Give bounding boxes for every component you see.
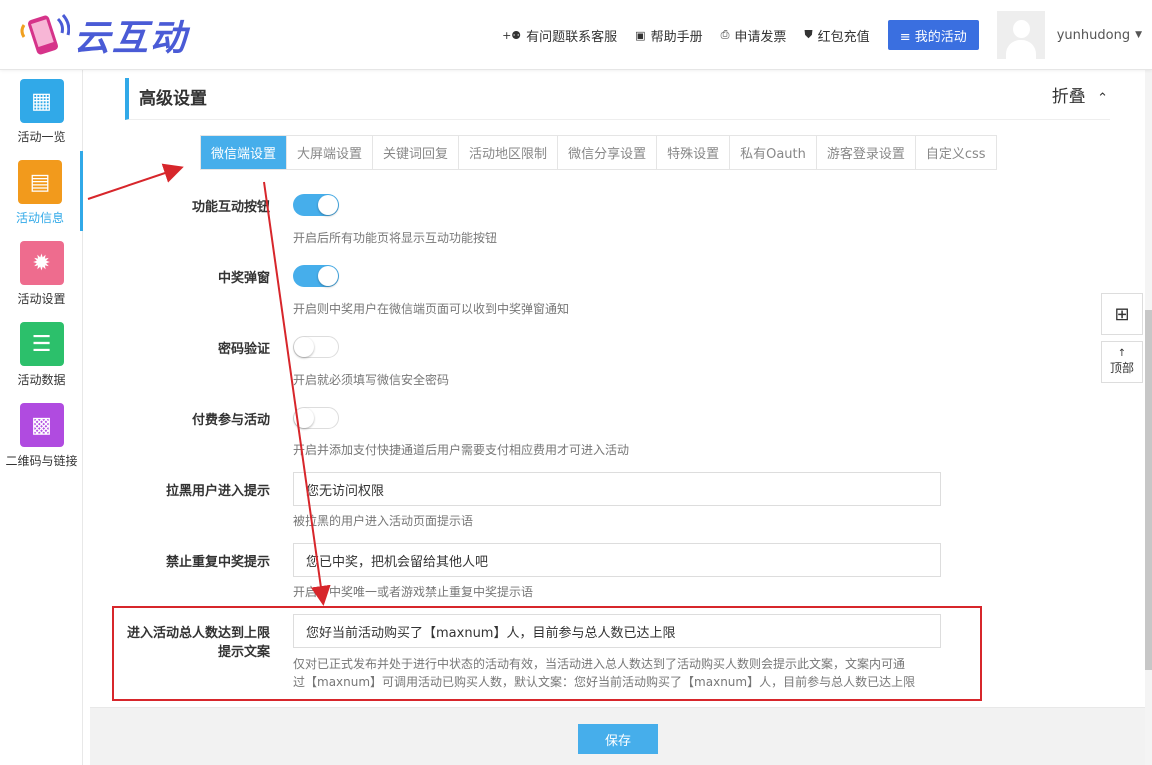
blacklist-help: 被拉黑的用户进入活动页面提示语 [293,514,474,528]
scrollbar[interactable] [1145,70,1152,765]
tab-wechat-share[interactable]: 微信分享设置 [558,136,658,169]
sidebar: ▦ 活动一览 ▤ 活动信息 ✹ 活动设置 ☰ 活动数据 ▩ 二维码与链接 [0,70,83,765]
repeat-prize-help: 开启了中奖唯一或者游戏禁止重复中奖提示语 [293,585,534,599]
sidebar-item-label: 二维码与链接 [5,454,78,468]
max-people-label-2: 提示文案 [217,645,270,660]
help-manual-link[interactable]: ▣ 帮助手册 [635,26,702,45]
password-help: 开启就必须填写微信安全密码 [293,373,450,387]
qrcode-icon: ⊞ [1114,303,1130,325]
sidebar-item-qrcode[interactable]: ▩ 二维码与链接 [0,394,83,474]
repeat-prize-input[interactable] [293,543,941,577]
user-plus-icon: +⚉ [502,28,522,42]
prize-popup-toggle[interactable] [293,265,339,287]
sidebar-item-label: 活动设置 [17,292,66,306]
tab-keyword-reply[interactable]: 关键词回复 [373,136,460,169]
float-tools: ⊞ ↑ 顶部 [1101,293,1145,389]
paid-help: 开启并添加支付快捷通道后用户需要支付相应费用才可进入活动 [293,443,630,457]
blacklist-label: 拉黑用户进入提示 [165,484,270,499]
invoice-link[interactable]: ⎙ 申请发票 [721,26,787,45]
tab-big-screen[interactable]: 大屏端设置 [287,136,374,169]
func-button-toggle[interactable] [293,194,339,216]
max-people-help: 仅对已正式发布并处于进行中状态的活动有效，当活动进入总人数达到了活动购买人数则会… [293,657,906,671]
shield-icon: ⛊ [804,28,813,41]
contact-support-link[interactable]: +⚉ 有问题联系客服 [502,26,617,45]
my-activity-button[interactable]: ≡ 我的活动 [887,20,979,50]
grid-icon: ▦ [19,79,64,123]
settings-tabs: 微信端设置 大屏端设置 关键词回复 活动地区限制 微信分享设置 特殊设置 私有O… [200,135,997,170]
back-to-top-label: 顶部 [1109,360,1134,375]
max-people-help-2: 过【maxnum】可调用活动已购买人数，默认文案：您好当前活动购买了【maxnu… [293,675,916,689]
double-chevron-up-icon: ⌃ [1097,91,1108,106]
invoice-label: 申请发票 [734,29,787,45]
user-menu[interactable]: yunhudong ▼ [1057,28,1142,43]
save-button[interactable]: 保存 [578,724,658,754]
prize-popup-help: 开启则中奖用户在微信端页面可以收到中奖弹窗通知 [293,302,570,316]
document-icon: ▤ [18,160,62,204]
password-label: 密码验证 [217,342,270,357]
contact-support-label: 有问题联系客服 [526,29,618,45]
tab-private-oauth[interactable]: 私有Oauth [730,136,817,169]
sidebar-item-label: 活动一览 [17,130,66,144]
tab-special[interactable]: 特殊设置 [657,136,731,169]
recharge-link[interactable]: ⛊ 红包充值 [804,26,869,45]
avatar[interactable] [996,11,1045,59]
max-people-input[interactable] [293,614,941,648]
sidebar-item-activity-data[interactable]: ☰ 活动数据 [0,313,83,393]
gear-icon: ✹ [19,241,64,285]
qrcode-icon: ▩ [19,403,64,447]
footer-bar: 保存 [90,707,1145,765]
tab-guest-login[interactable]: 游客登录设置 [817,136,916,169]
paid-label: 付费参与活动 [191,413,270,428]
help-manual-label: 帮助手册 [650,29,703,45]
sidebar-item-activity-settings[interactable]: ✹ 活动设置 [0,232,83,312]
username: yunhudong [1056,27,1131,43]
header-nav: +⚉ 有问题联系客服 ▣ 帮助手册 ⎙ 申请发票 ⛊ 红包充值 ≡ 我的活动 y… [502,0,1152,70]
blacklist-input[interactable] [293,472,941,506]
qrcode-float-button[interactable]: ⊞ [1101,293,1143,335]
logo[interactable]: 云互动 [18,10,188,60]
section-title: 高级设置 [139,89,207,109]
func-button-help: 开启后所有功能页将显示互动功能按钮 [293,231,498,245]
tab-custom-css[interactable]: 自定义css [916,136,996,169]
collapse-label: 折叠 [1051,87,1086,107]
back-to-top-button[interactable]: ↑ 顶部 [1101,341,1143,383]
top-header: 云互动 +⚉ 有问题联系客服 ▣ 帮助手册 ⎙ 申请发票 ⛊ 红包充值 ≡ 我的… [0,0,1152,70]
sidebar-item-label: 活动数据 [17,373,66,387]
database-icon: ☰ [19,322,64,366]
book-icon: ▣ [635,28,646,42]
arrow-up-icon: ↑ [1117,347,1127,359]
caret-down-icon: ▼ [1135,30,1142,40]
scrollbar-thumb[interactable] [1145,310,1152,670]
main-content: 高级设置 折叠 ⌃ 微信端设置 大屏端设置 关键词回复 活动地区限制 微信分享设… [90,70,1145,765]
func-button-label: 功能互动按钮 [191,200,270,215]
section-header: 高级设置 折叠 ⌃ [125,78,1110,120]
logo-text: 云互动 [74,18,189,59]
phone-logo-icon [20,14,70,55]
paid-toggle[interactable] [293,407,339,429]
sidebar-item-activity-list[interactable]: ▦ 活动一览 [0,70,83,150]
sidebar-item-activity-info[interactable]: ▤ 活动信息 [0,151,83,231]
prize-popup-label: 中奖弹窗 [217,271,270,286]
password-toggle[interactable] [293,336,339,358]
max-people-label: 进入活动总人数达到上限 [126,626,270,641]
collapse-button[interactable]: 折叠 ⌃ [1052,82,1108,107]
recharge-label: 红包充值 [817,29,870,45]
tab-wechat[interactable]: 微信端设置 [201,136,288,169]
sidebar-item-label: 活动信息 [15,211,64,225]
printer-icon: ⎙ [720,28,730,41]
repeat-prize-label: 禁止重复中奖提示 [165,555,270,570]
tab-region-limit[interactable]: 活动地区限制 [459,136,559,169]
